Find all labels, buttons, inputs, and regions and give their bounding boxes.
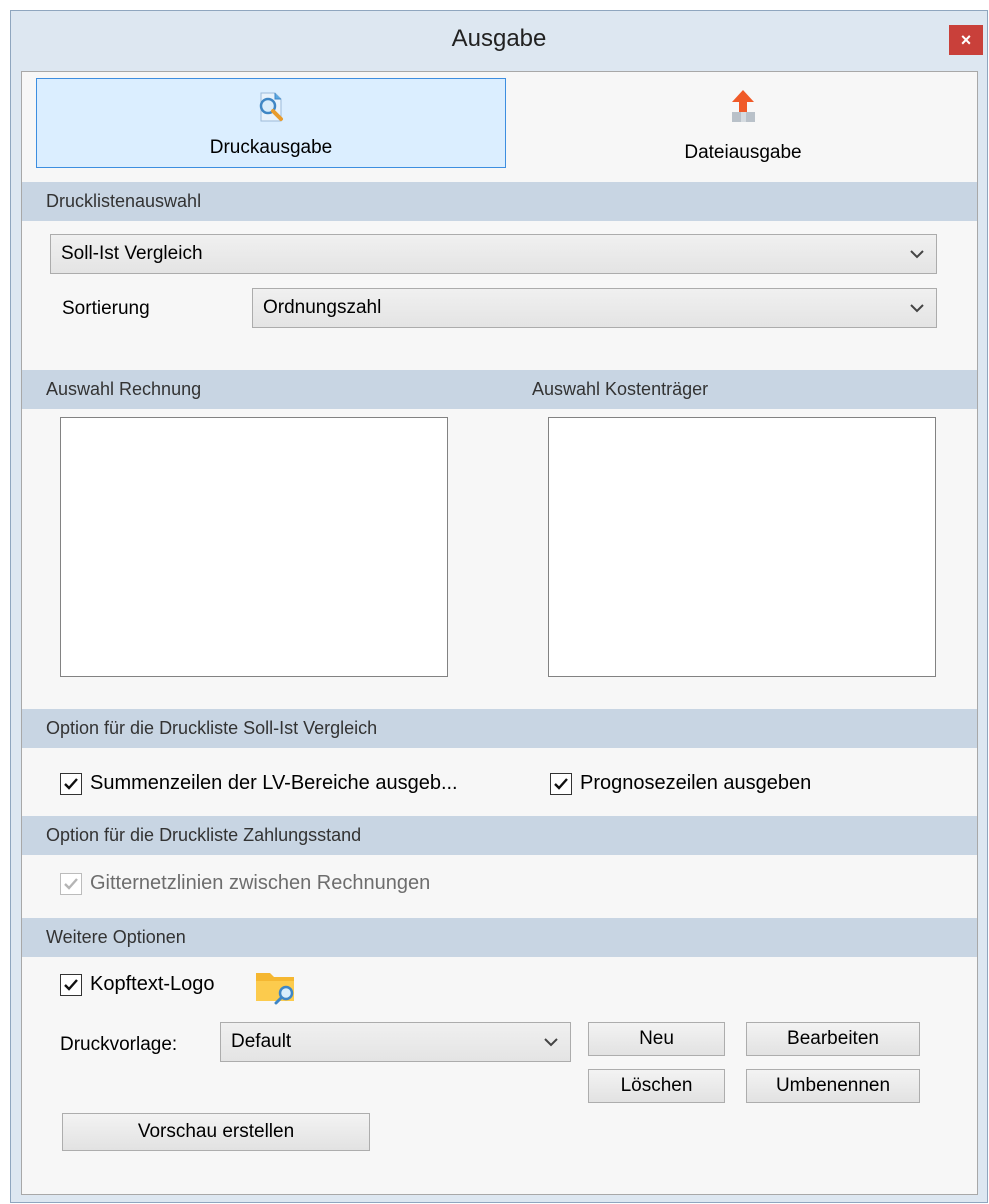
create-preview-label: Vorschau erstellen <box>137 1121 295 1142</box>
more-options-title: Weitere Optionen <box>46 927 186 947</box>
cost-unit-selection-title: Auswahl Kostenträger <box>532 379 709 399</box>
section-more-options: Weitere Optionen <box>22 918 977 957</box>
close-button[interactable]: × <box>949 25 983 55</box>
title-bar[interactable]: Ausgabe × <box>11 11 987 71</box>
print-output-label: Druckausgabe <box>209 137 333 158</box>
sum-rows-label: Summenzeilen der LV-Bereiche ausgeb... <box>90 772 458 794</box>
sort-label: Sortierung <box>62 298 150 319</box>
forecast-checkbox[interactable] <box>550 772 572 795</box>
file-export-icon <box>732 90 755 122</box>
header-logo-label: Kopftext-Logo <box>90 973 215 995</box>
chevron-down-icon <box>544 1038 558 1047</box>
sum-rows-checkbox[interactable] <box>60 772 82 795</box>
template-new-label: Neu <box>639 1028 674 1049</box>
grid-lines-option: Gitternetzlinien zwischen Rechnungen <box>60 872 430 895</box>
template-edit-label: Bearbeiten <box>787 1028 879 1049</box>
template-rename-button[interactable]: Umbenennen <box>746 1069 920 1103</box>
create-preview-button[interactable]: Vorschau erstellen <box>62 1113 370 1151</box>
checkmark-icon <box>64 777 78 790</box>
section-print-list-title: Drucklistenauswahl <box>46 191 202 211</box>
header-logo-option[interactable]: Kopftext-Logo <box>60 973 215 996</box>
checkmark-icon <box>554 777 568 790</box>
cost-unit-listbox[interactable] <box>548 417 936 677</box>
print-list-value: Soll-Ist Vergleich <box>61 243 203 264</box>
grid-lines-checkbox <box>60 872 82 895</box>
template-rename-label: Umbenennen <box>775 1075 891 1096</box>
window-title: Ausgabe <box>451 25 547 52</box>
template-edit-button[interactable]: Bearbeiten <box>746 1022 920 1056</box>
file-output-tab[interactable]: Dateiausgabe <box>508 78 978 168</box>
option-payment-title: Option für die Druckliste Zahlungsstand <box>46 825 362 845</box>
section-print-list: Drucklistenauswahl <box>22 182 977 221</box>
invoice-selection-title: Auswahl Rechnung <box>46 379 202 399</box>
section-option-soll-ist: Option für die Druckliste Soll-Ist Vergl… <box>22 709 977 748</box>
chevron-down-icon <box>910 304 924 313</box>
forecast-label: Prognosezeilen ausgeben <box>580 772 812 794</box>
section-selection: Auswahl Rechnung Auswahl Kostenträger <box>22 370 977 409</box>
option-soll-ist-title: Option für die Druckliste Soll-Ist Vergl… <box>46 718 378 738</box>
sort-value: Ordnungszahl <box>263 297 382 318</box>
section-option-payment: Option für die Druckliste Zahlungsstand <box>22 816 977 855</box>
print-list-select[interactable]: Soll-Ist Vergleich <box>50 234 937 274</box>
folder-search-icon[interactable] <box>254 967 300 1005</box>
dialog-content: Druckausgabe Dateiausgabe Drucklistenaus… <box>21 71 978 1195</box>
print-preview-icon <box>259 92 283 122</box>
close-icon: × <box>960 29 972 50</box>
sort-select[interactable]: Ordnungszahl <box>252 288 937 328</box>
template-value: Default <box>231 1031 292 1052</box>
template-new-button[interactable]: Neu <box>588 1022 725 1056</box>
template-delete-label: Löschen <box>620 1075 693 1096</box>
template-delete-button[interactable]: Löschen <box>588 1069 725 1103</box>
header-logo-checkbox[interactable] <box>60 973 82 996</box>
chevron-down-icon <box>910 250 924 259</box>
dialog-window: Ausgabe × Druckausgabe Dateiausgabe Druc… <box>10 10 988 1203</box>
sum-rows-option[interactable]: Summenzeilen der LV-Bereiche ausgeb... <box>60 772 458 795</box>
grid-lines-label: Gitternetzlinien zwischen Rechnungen <box>90 872 431 894</box>
template-label: Druckvorlage: <box>60 1034 178 1055</box>
invoice-listbox[interactable] <box>60 417 448 677</box>
forecast-option[interactable]: Prognosezeilen ausgeben <box>550 772 811 795</box>
file-output-label: Dateiausgabe <box>684 142 802 163</box>
print-output-tab[interactable]: Druckausgabe <box>36 78 506 168</box>
template-select[interactable]: Default <box>220 1022 571 1062</box>
checkmark-icon <box>64 877 78 890</box>
checkmark-icon <box>64 978 78 991</box>
